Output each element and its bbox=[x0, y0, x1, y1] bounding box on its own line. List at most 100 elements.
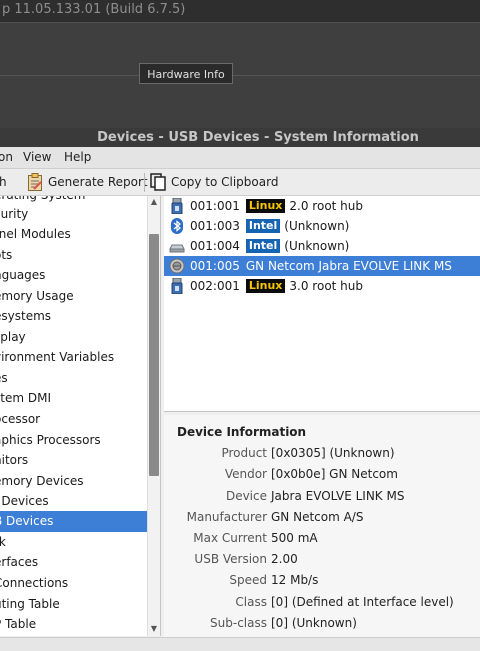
info-row-usb-version: USB Version 2.00 bbox=[164, 552, 480, 573]
refresh-button[interactable]: h bbox=[0, 172, 7, 192]
info-value: [0] (Unknown) bbox=[271, 616, 357, 630]
info-key: USB Version bbox=[194, 552, 267, 566]
sidebar-item-languages[interactable]: nguages bbox=[0, 265, 147, 286]
info-value: [0x0b0e] GN Netcom bbox=[271, 467, 398, 481]
device-row[interactable]: 001:001 Linux 2.0 root hub bbox=[164, 196, 480, 216]
device-row[interactable]: 002:001 Linux 3.0 root hub bbox=[164, 276, 480, 296]
sidebar-item-arp-table[interactable]: P Table bbox=[0, 614, 147, 635]
usb-device-list: 001:001 Linux 2.0 root hub 001:003 Intel… bbox=[164, 196, 480, 412]
info-row-max-current: Max Current 500 mA bbox=[164, 531, 480, 552]
sidebar-item-processor[interactable]: ocessor bbox=[0, 409, 147, 430]
info-row-speed: Speed 12 Mb/s bbox=[164, 573, 480, 594]
info-value: 2.00 bbox=[271, 552, 298, 566]
menu-bar: on View Help bbox=[0, 147, 480, 169]
sidebar-item-pci-devices[interactable]: I Devices bbox=[0, 491, 147, 512]
info-key: Class bbox=[235, 595, 267, 609]
device-name: GN Netcom Jabra EVOLVE LINK MS bbox=[245, 259, 452, 273]
info-value: Jabra EVOLVE LINK MS bbox=[271, 489, 405, 503]
menu-view[interactable]: View bbox=[23, 150, 51, 164]
sidebar-item-boots[interactable]: ots bbox=[0, 245, 147, 266]
device-id: 002:001 bbox=[190, 279, 240, 293]
background-divider bbox=[0, 75, 480, 76]
background-window: p 11.05.133.01 (Build 6.7.5) Hardware In… bbox=[0, 0, 480, 129]
sidebar-item-ip-connections[interactable]: Connections bbox=[0, 573, 147, 594]
sidebar-scrollbar[interactable]: ▲ ▼ bbox=[147, 196, 160, 636]
menu-help[interactable]: Help bbox=[64, 150, 91, 164]
info-row-manufacturer: Manufacturer GN Netcom A/S bbox=[164, 510, 480, 531]
device-name: 3.0 root hub bbox=[289, 279, 364, 293]
info-row-class: Class [0] (Defined at Interface level) bbox=[164, 595, 480, 616]
headset-icon bbox=[169, 258, 185, 274]
sidebar-item-kernel-modules[interactable]: rnel Modules bbox=[0, 224, 147, 245]
card-reader-icon bbox=[169, 238, 185, 254]
info-value: GN Netcom A/S bbox=[271, 510, 364, 524]
status-bar bbox=[0, 637, 480, 651]
toolbar: h Generate Report Copy to Clipboard bbox=[0, 169, 480, 196]
toolbar-separator bbox=[144, 173, 145, 192]
info-key: Manufacturer bbox=[186, 510, 267, 524]
info-key: Vendor bbox=[224, 467, 267, 481]
info-row-device: Device Jabra EVOLVE LINK MS bbox=[164, 489, 480, 510]
info-key: Sub-class bbox=[210, 616, 267, 630]
sidebar-item-security[interactable]: curity bbox=[0, 204, 147, 225]
device-information-panel: Device Information Product [0x0305] (Unkn… bbox=[164, 415, 480, 637]
device-row-selected[interactable]: 001:005 GN Netcom Jabra EVOLVE LINK MS bbox=[164, 256, 480, 276]
system-information-window: Devices - USB Devices - System Informati… bbox=[0, 128, 480, 651]
generate-report-button[interactable]: Generate Report bbox=[27, 172, 148, 192]
info-value: [0] (Defined at Interface level) bbox=[271, 595, 454, 609]
sidebar-item-usb-devices[interactable]: B Devices bbox=[0, 511, 147, 532]
device-id: 001:004 bbox=[190, 239, 240, 253]
sidebar: erating System curity rnel Modules ots n… bbox=[0, 196, 161, 636]
sidebar-item-filesystems[interactable]: esystems bbox=[0, 306, 147, 327]
info-value: 500 mA bbox=[271, 531, 318, 545]
info-value: 12 Mb/s bbox=[271, 573, 319, 587]
linux-vendor-badge: Linux bbox=[245, 279, 286, 293]
sidebar-item-environment-variables[interactable]: vironment Variables bbox=[0, 347, 147, 368]
sidebar-item-display[interactable]: splay bbox=[0, 327, 147, 348]
sidebar-item-monitors[interactable]: nitors bbox=[0, 450, 147, 471]
report-icon bbox=[27, 173, 43, 191]
info-key: Product bbox=[221, 446, 267, 460]
info-key: Speed bbox=[229, 573, 267, 587]
window-titlebar[interactable]: Devices - USB Devices - System Informati… bbox=[0, 128, 480, 147]
hardware-info-tooltip: Hardware Info bbox=[139, 63, 233, 84]
sidebar-item-system-dmi[interactable]: stem DMI bbox=[0, 388, 147, 409]
usb-hub-icon bbox=[169, 277, 185, 295]
info-row-sub-class: Sub-class [0] (Unknown) bbox=[164, 616, 480, 637]
info-key: Max Current bbox=[193, 531, 267, 545]
device-row[interactable]: 001:004 Intel (Unknown) bbox=[164, 236, 480, 256]
device-name: 2.0 root hub bbox=[289, 199, 364, 213]
copy-to-clipboard-button[interactable]: Copy to Clipboard bbox=[150, 172, 278, 192]
device-row[interactable]: 001:003 Intel (Unknown) bbox=[164, 216, 480, 236]
device-name: (Unknown) bbox=[284, 219, 350, 233]
refresh-label: h bbox=[0, 175, 7, 189]
bluetooth-icon bbox=[169, 218, 185, 234]
menu-information[interactable]: on bbox=[0, 150, 13, 164]
info-key: Device bbox=[225, 489, 267, 503]
sidebar-item-memory-devices[interactable]: emory Devices bbox=[0, 471, 147, 492]
copy-to-clipboard-label: Copy to Clipboard bbox=[171, 175, 279, 189]
sidebar-item-graphics-processors[interactable]: aphics Processors bbox=[0, 430, 147, 451]
info-row-product: Product [0x0305] (Unknown) bbox=[164, 446, 480, 467]
device-id: 001:001 bbox=[190, 199, 240, 213]
device-name: (Unknown) bbox=[284, 239, 350, 253]
sidebar-scroll-thumb[interactable] bbox=[149, 234, 159, 476]
sidebar-item-routing-table[interactable]: uting Table bbox=[0, 594, 147, 615]
intel-vendor-badge: Intel bbox=[245, 239, 281, 253]
usb-hub-icon bbox=[169, 197, 185, 215]
window-title: Devices - USB Devices - System Informati… bbox=[97, 130, 419, 145]
device-id: 001:005 bbox=[190, 259, 240, 273]
scroll-down-arrow-icon[interactable]: ▼ bbox=[148, 623, 160, 635]
scroll-up-arrow-icon[interactable]: ▲ bbox=[148, 196, 160, 208]
info-row-vendor: Vendor [0x0b0e] GN Netcom bbox=[164, 467, 480, 488]
device-id: 001:003 bbox=[190, 219, 240, 233]
sidebar-item-memory-usage[interactable]: emory Usage bbox=[0, 286, 147, 307]
sidebar-item-interfaces[interactable]: erfaces bbox=[0, 552, 147, 573]
device-information-heading: Device Information bbox=[177, 425, 307, 439]
sidebar-item-users[interactable]: es bbox=[0, 368, 147, 389]
copy-icon bbox=[150, 173, 166, 191]
intel-vendor-badge: Intel bbox=[245, 219, 281, 233]
linux-vendor-badge: Linux bbox=[245, 199, 286, 213]
sidebar-item-network[interactable]: rk bbox=[0, 532, 147, 553]
info-value: [0x0305] (Unknown) bbox=[271, 446, 395, 460]
